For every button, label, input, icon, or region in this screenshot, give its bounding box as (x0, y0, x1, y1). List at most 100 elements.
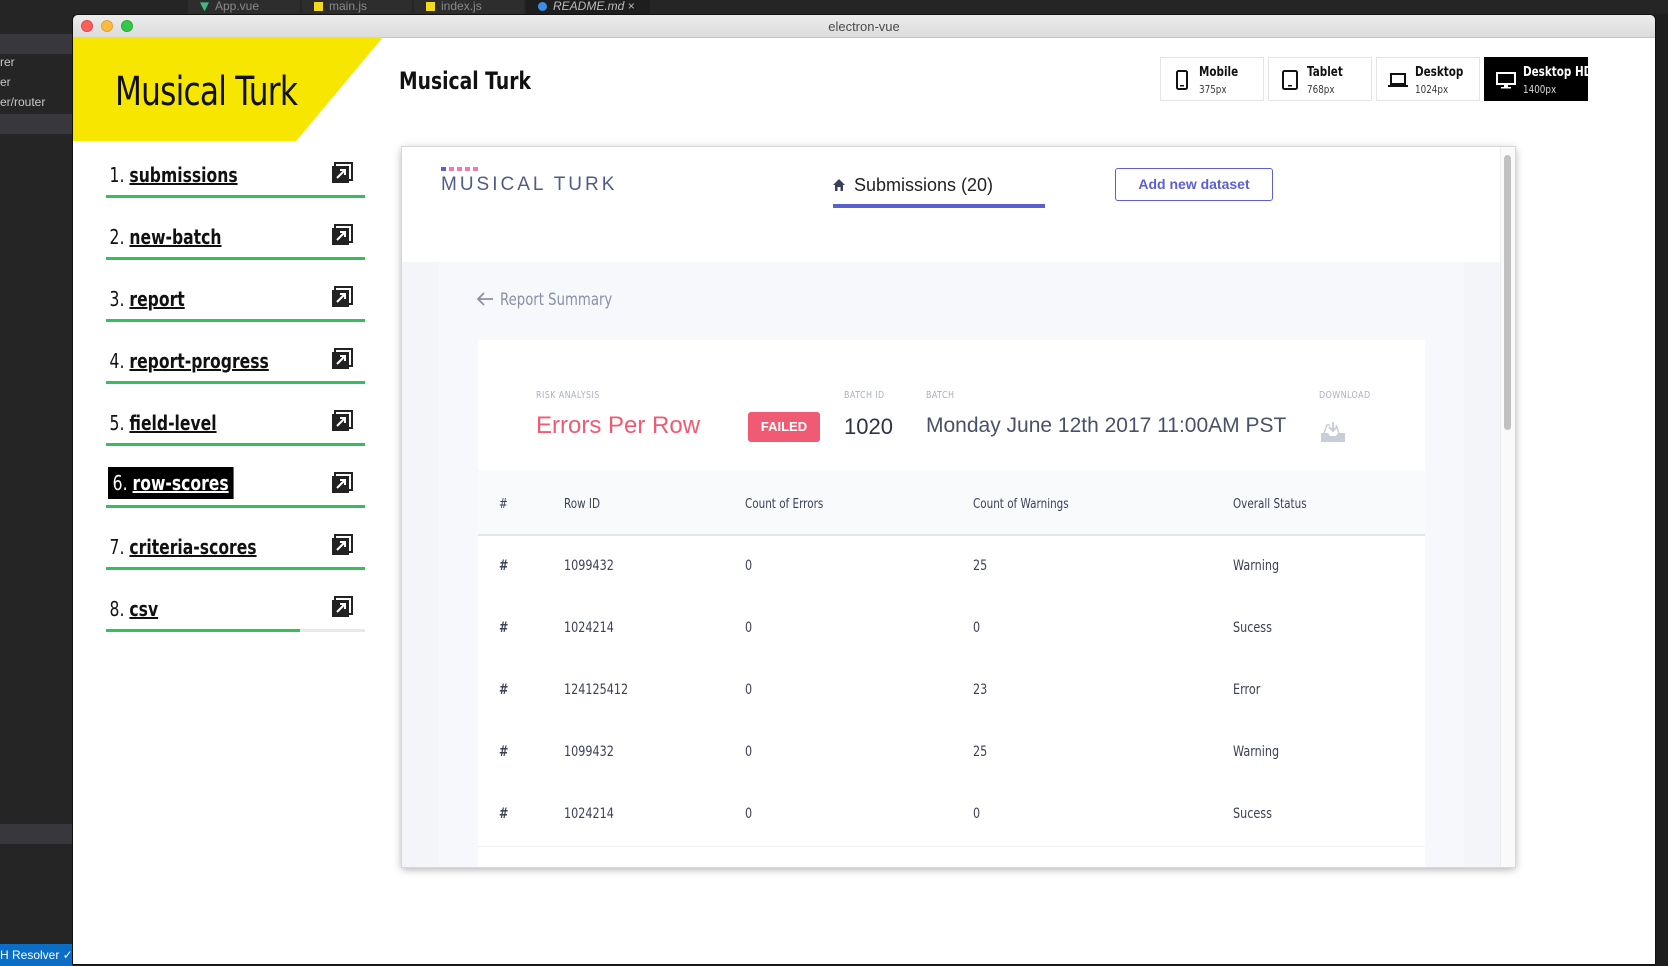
download-label: DOWNLOAD (1319, 390, 1371, 401)
open-external-icon[interactable] (331, 410, 353, 432)
home-icon (833, 179, 845, 191)
preview-scrollbar[interactable] (1500, 147, 1515, 867)
nav-link[interactable]: 3. report (108, 284, 186, 314)
open-external-icon[interactable] (331, 472, 353, 494)
device-desktop-hd-button[interactable]: Desktop HD 1400px (1484, 57, 1592, 101)
logo-dots (441, 167, 617, 171)
open-external-icon[interactable] (331, 286, 353, 308)
nav-link[interactable]: 5. field-level (108, 408, 218, 438)
batch-id-label: BATCH ID (844, 390, 885, 401)
table-row[interactable]: # 1024214 0 0 Sucess (478, 784, 1425, 847)
info-file-icon (538, 2, 547, 12)
js-file-icon (426, 2, 435, 12)
add-dataset-button[interactable]: Add new dataset (1115, 168, 1273, 201)
progress-bar (106, 505, 365, 508)
sidebar-line[interactable]: er/router (0, 95, 45, 109)
device-size: 1024px (1415, 83, 1449, 96)
mobile-icon (1176, 70, 1188, 90)
device-name: Desktop HD (1523, 65, 1593, 80)
table-row[interactable]: # 1099432 0 25 Warning (478, 722, 1425, 785)
nav-link[interactable]: 4. report-progress (108, 346, 270, 376)
monitor-icon (1496, 72, 1516, 89)
scroll-thumb[interactable] (1504, 155, 1511, 430)
nav-link-active[interactable]: 6. row-scores (108, 467, 234, 499)
status-badge: FAILED (748, 412, 820, 442)
device-name: Tablet (1307, 65, 1343, 80)
device-switcher: Mobile 375px Tablet 768px Desktop 1024px… (1160, 57, 1592, 101)
logo-wordmark: MUSICAL TURK (441, 174, 618, 195)
column-header: Overall Status (1233, 497, 1307, 512)
laptop-icon (1388, 73, 1408, 87)
status-bar[interactable]: H Resolver ✓ (0, 944, 73, 966)
progress-bar (106, 567, 365, 570)
brand-title: Musical Turk (115, 69, 298, 115)
window-title: electron-vue (828, 19, 900, 34)
risk-value: Errors Per Row (536, 412, 701, 439)
component-nav: 1. submissions 2. new-batch 3. report 4.… (106, 155, 368, 651)
column-header: # (499, 497, 508, 512)
device-name: Desktop (1415, 65, 1464, 80)
tab-submissions[interactable]: Submissions (20) (832, 175, 993, 196)
nav-item-new-batch: 2. new-batch (106, 217, 368, 279)
editor-sidebar: rer er er/router (0, 14, 73, 966)
device-size: 375px (1199, 83, 1227, 96)
nav-link[interactable]: 7. criteria-scores (108, 532, 258, 562)
table-row[interactable]: # 1024214 0 0 Sucess (478, 598, 1425, 661)
risk-analysis-label: RISK ANALYSIS (536, 390, 600, 401)
nav-item-report: 3. report (106, 279, 368, 341)
column-header: Count of Warnings (973, 497, 1069, 512)
back-to-report-summary-link[interactable]: Report Summary (476, 290, 644, 310)
sidebar-line[interactable]: rer (0, 55, 15, 69)
progress-bar (106, 443, 365, 446)
editor-tab[interactable]: index.js (414, 0, 524, 14)
open-external-icon[interactable] (331, 596, 353, 618)
batch-id-value: 1020 (844, 414, 893, 439)
device-name: Mobile (1199, 65, 1239, 80)
progress-bar (106, 381, 365, 384)
preview-frame: MUSICAL TURK Submissions (20) Add new da… (402, 147, 1515, 867)
batch-date-value: Monday June 12th 2017 11:00AM PST (926, 414, 1287, 437)
nav-item-report-progress: 4. report-progress (106, 341, 368, 403)
js-file-icon (314, 2, 323, 12)
device-size: 768px (1307, 83, 1335, 96)
table-row[interactable]: # 1099432 0 25 Warning (478, 536, 1425, 599)
app-window: electron-vue Musical Turk Musical Turk M… (73, 15, 1655, 964)
brand-banner: Musical Turk (73, 37, 383, 141)
nav-item-submissions: 1. submissions (106, 155, 368, 217)
editor-tab-active[interactable]: README.md × (526, 0, 650, 14)
progress-bar (106, 629, 365, 632)
editor-tab-bar: App.vue main.js index.js README.md × (0, 0, 1668, 14)
progress-bar (106, 319, 365, 322)
nav-item-csv: 8. csv (106, 589, 368, 651)
device-size: 1400px (1523, 83, 1557, 96)
nav-item-row-scores: 6. row-scores (106, 465, 368, 527)
open-external-icon[interactable] (331, 224, 353, 246)
app-logo[interactable]: MUSICAL TURK (441, 167, 617, 196)
device-mobile-button[interactable]: Mobile 375px (1160, 57, 1264, 101)
progress-bar (106, 195, 365, 198)
nav-link[interactable]: 1. submissions (108, 160, 239, 190)
open-external-icon[interactable] (331, 348, 353, 370)
progress-bar (106, 257, 365, 260)
download-icon[interactable] (1320, 420, 1346, 444)
nav-link[interactable]: 8. csv (108, 594, 160, 624)
arrow-left-icon (476, 292, 493, 306)
table-header: # Row ID Count of Errors Count of Warnin… (478, 470, 1425, 536)
editor-tab[interactable]: main.js (302, 0, 412, 14)
nav-link[interactable]: 2. new-batch (108, 222, 223, 252)
report-card: RISK ANALYSIS Errors Per Row FAILED BATC… (478, 340, 1425, 867)
active-tab-indicator (833, 204, 1045, 208)
open-external-icon[interactable] (331, 162, 353, 184)
nav-item-field-level: 5. field-level (106, 403, 368, 465)
device-tablet-button[interactable]: Tablet 768px (1268, 57, 1372, 101)
column-header: Row ID (564, 497, 601, 512)
table-row[interactable]: # 124125412 0 23 Error (478, 660, 1425, 723)
batch-label: BATCH (926, 390, 955, 401)
editor-tab[interactable]: App.vue (188, 0, 300, 14)
device-desktop-button[interactable]: Desktop 1024px (1376, 57, 1480, 101)
tablet-icon (1282, 70, 1298, 90)
open-external-icon[interactable] (331, 534, 353, 556)
column-header: Count of Errors (745, 497, 824, 512)
sidebar-line[interactable]: er (0, 75, 11, 89)
vue-file-icon (200, 2, 209, 12)
